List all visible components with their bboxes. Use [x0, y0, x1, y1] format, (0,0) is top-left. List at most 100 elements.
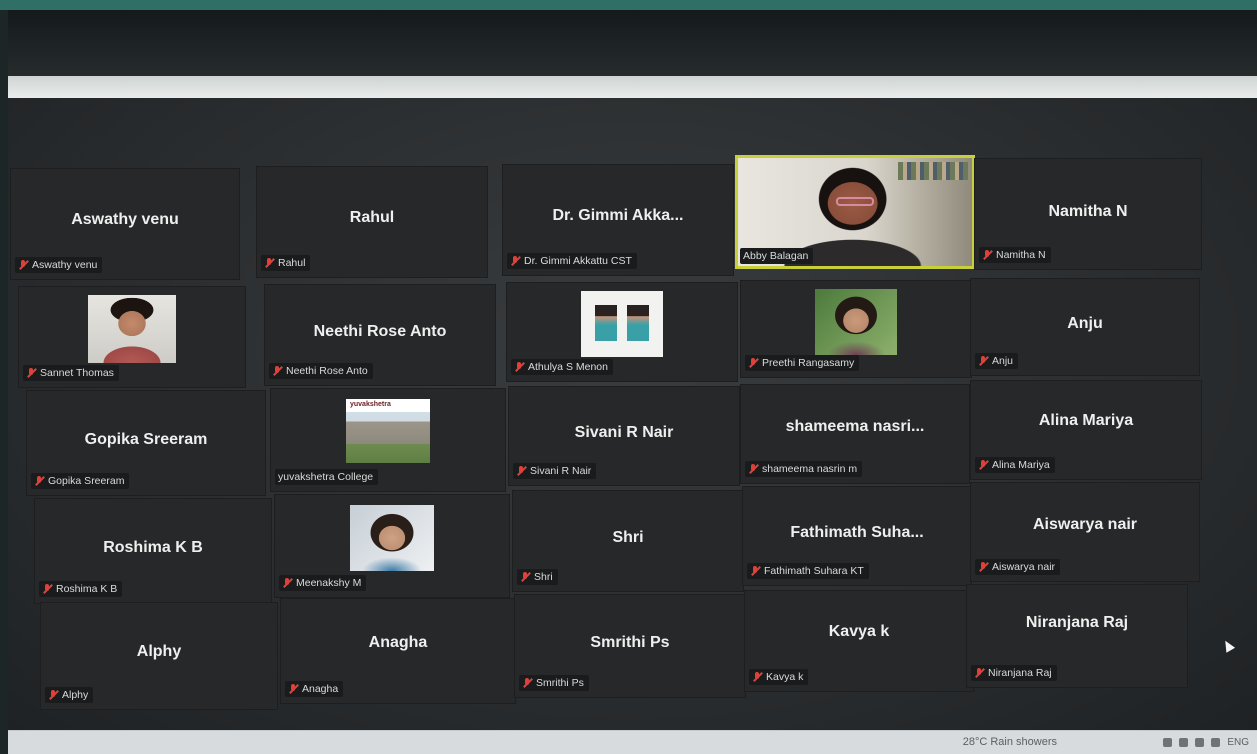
- participant-name-label: Namitha N: [979, 247, 1051, 263]
- background-bookshelf: [898, 162, 968, 180]
- participant-display-name: Niranjana Raj: [1025, 613, 1129, 631]
- muted-mic-icon: [748, 358, 758, 368]
- participant-tile-meenakshy-m[interactable]: Meenakshy M: [274, 494, 510, 598]
- participant-tile-fathimath-suhara[interactable]: Fathimath Suha... Fathimath Suhara KT: [742, 486, 972, 586]
- participant-name: Anagha: [302, 683, 339, 695]
- photo-edge: [0, 0, 1257, 10]
- participant-name-label: Athulya S Menon: [511, 359, 613, 375]
- participant-display-name: Gopika Sreeram: [84, 430, 208, 448]
- language-indicator[interactable]: ENG: [1227, 737, 1249, 748]
- participant-name-label: Alina Mariya: [975, 457, 1055, 473]
- participant-tile-shameema-nasrin[interactable]: shameema nasri... shameema nasrin m: [740, 384, 970, 484]
- participant-name: Neethi Rose Anto: [286, 365, 368, 377]
- participant-name-label: Kavya k: [749, 669, 809, 685]
- participant-tile-namitha-n[interactable]: Namitha N Namitha N: [974, 158, 1202, 270]
- participant-name-label: Preethi Rangasamy: [745, 355, 860, 371]
- participant-display-name: Rahul: [349, 208, 395, 226]
- participant-tile-alina-mariya[interactable]: Alina Mariya Alina Mariya: [970, 380, 1202, 480]
- participant-display-name: Dr. Gimmi Akka...: [552, 206, 684, 224]
- participant-avatar: [350, 505, 434, 571]
- muted-mic-icon: [752, 672, 762, 682]
- muted-mic-icon: [34, 476, 44, 486]
- participant-display-name: Roshima K B: [103, 538, 203, 556]
- muted-mic-icon: [748, 464, 758, 474]
- participant-tile-yuvakshetra-college[interactable]: yuvakshetra yuvakshetra College: [270, 388, 506, 492]
- participant-name: Rahul: [278, 257, 306, 269]
- participant-tile-sannet-thomas[interactable]: Sannet Thomas: [18, 286, 246, 388]
- participant-tile-gopika-sreeram[interactable]: Gopika Sreeram Gopika Sreeram: [26, 390, 266, 496]
- participant-display-name: Aiswarya nair: [1032, 516, 1138, 534]
- participant-name-label: Neethi Rose Anto: [269, 363, 373, 379]
- participant-tile-neethi-rose-anto[interactable]: Neethi Rose Anto Neethi Rose Anto: [264, 284, 496, 386]
- participant-display-name: Shri: [612, 529, 644, 546]
- volume-icon[interactable]: [1211, 738, 1221, 747]
- participant-name: Fathimath Suhara KT: [764, 565, 864, 577]
- muted-mic-icon: [978, 356, 988, 366]
- participant-tile-abby-balagan-active-speaker[interactable]: Abby Balagan: [735, 155, 975, 269]
- muted-mic-icon: [522, 678, 532, 688]
- muted-mic-icon: [510, 256, 520, 266]
- os-taskbar: 28°C Rain showers ENG: [8, 730, 1257, 754]
- participant-tile-aiswarya-nair[interactable]: Aiswarya nair Aiswarya nair: [970, 482, 1200, 582]
- network-icon[interactable]: [1179, 738, 1189, 747]
- participant-name: Gopika Sreeram: [48, 475, 125, 487]
- participant-name-label: Rahul: [261, 255, 311, 271]
- participant-tile-roshima-k-b[interactable]: Roshima K B Roshima K B: [34, 498, 272, 604]
- participant-display-name: Sivani R Nair: [574, 424, 674, 442]
- participant-name: Smrithi Ps: [536, 677, 584, 689]
- participant-name: Preethi Rangasamy: [762, 357, 855, 369]
- participant-avatar: [815, 289, 897, 355]
- muted-mic-icon: [978, 460, 988, 470]
- participant-tile-aswathy-venu[interactable]: Aswathy venu Aswathy venu: [10, 168, 240, 280]
- battery-icon[interactable]: [1195, 738, 1205, 747]
- participant-display-name: Anju: [1067, 315, 1103, 333]
- participant-name-label: Gopika Sreeram: [31, 473, 130, 489]
- participant-name: Athulya S Menon: [528, 361, 608, 373]
- participant-name: Shri: [534, 571, 553, 583]
- participant-name: Sannet Thomas: [40, 367, 114, 379]
- participant-name-label: Smrithi Ps: [519, 675, 589, 691]
- participant-tile-alphy[interactable]: Alphy Alphy: [40, 602, 278, 710]
- participant-tile-athulya-s-menon[interactable]: Athulya S Menon: [506, 282, 738, 382]
- participant-tile-smrithi-ps[interactable]: Smrithi Ps Smrithi Ps: [514, 594, 746, 698]
- participant-tile-rahul[interactable]: Rahul Rahul: [256, 166, 488, 278]
- participant-tile-anagha[interactable]: Anagha Anagha: [280, 598, 516, 704]
- participant-name: Roshima K B: [56, 583, 118, 595]
- participant-name: Sivani R Nair: [530, 465, 592, 477]
- participant-avatar: [581, 291, 663, 357]
- participant-tile-sivani-r-nair[interactable]: Sivani R Nair Sivani R Nair: [508, 386, 740, 486]
- participant-name-label: Anagha: [285, 681, 344, 697]
- participant-tile-preethi-rangasamy[interactable]: Preethi Rangasamy: [740, 280, 972, 378]
- muted-mic-icon: [282, 578, 292, 588]
- muted-mic-icon: [18, 260, 28, 270]
- participant-display-name: Smrithi Ps: [590, 633, 670, 651]
- participant-avatar: [88, 295, 176, 363]
- participant-name-label: Aiswarya nair: [975, 559, 1061, 575]
- participant-tile-shri[interactable]: Shri Shri: [512, 490, 744, 592]
- participant-name: Alina Mariya: [992, 459, 1050, 471]
- muted-mic-icon: [520, 572, 530, 582]
- participant-tile-kavya-k[interactable]: Kavya k Kavya k: [744, 590, 974, 692]
- participant-display-name: Alina Mariya: [1038, 412, 1134, 430]
- participant-tile-dr-gimmi-akkattu[interactable]: Dr. Gimmi Akka... Dr. Gimmi Akkattu CST: [502, 164, 734, 276]
- participant-display-name: Neethi Rose Anto: [313, 323, 447, 340]
- participant-name: Meenakshy M: [296, 577, 362, 589]
- muted-mic-icon: [272, 366, 282, 376]
- muted-mic-icon: [264, 258, 274, 268]
- chevron-up-icon[interactable]: [1163, 738, 1173, 747]
- weather-widget[interactable]: 28°C Rain showers: [963, 736, 1057, 748]
- participant-name: Alphy: [62, 689, 89, 701]
- participant-tile-niranjana-raj[interactable]: Niranjana Raj Niranjana Raj: [966, 584, 1188, 688]
- muted-mic-icon: [48, 690, 58, 700]
- participant-name-label: yuvakshetra College: [275, 469, 379, 485]
- college-logo: yuvakshetra: [350, 401, 391, 408]
- glasses: [836, 196, 874, 206]
- system-tray: ENG: [1163, 737, 1249, 748]
- participant-name-label: Fathimath Suhara KT: [747, 563, 869, 579]
- screen-top-strip: [8, 76, 1257, 98]
- participant-name-label: Meenakshy M: [279, 575, 367, 591]
- participant-tile-anju[interactable]: Anju Anju: [970, 278, 1200, 376]
- participant-display-name: Fathimath Suha...: [790, 524, 924, 542]
- participant-name: Aswathy venu: [32, 259, 98, 271]
- participant-name-label: Alphy: [45, 687, 94, 703]
